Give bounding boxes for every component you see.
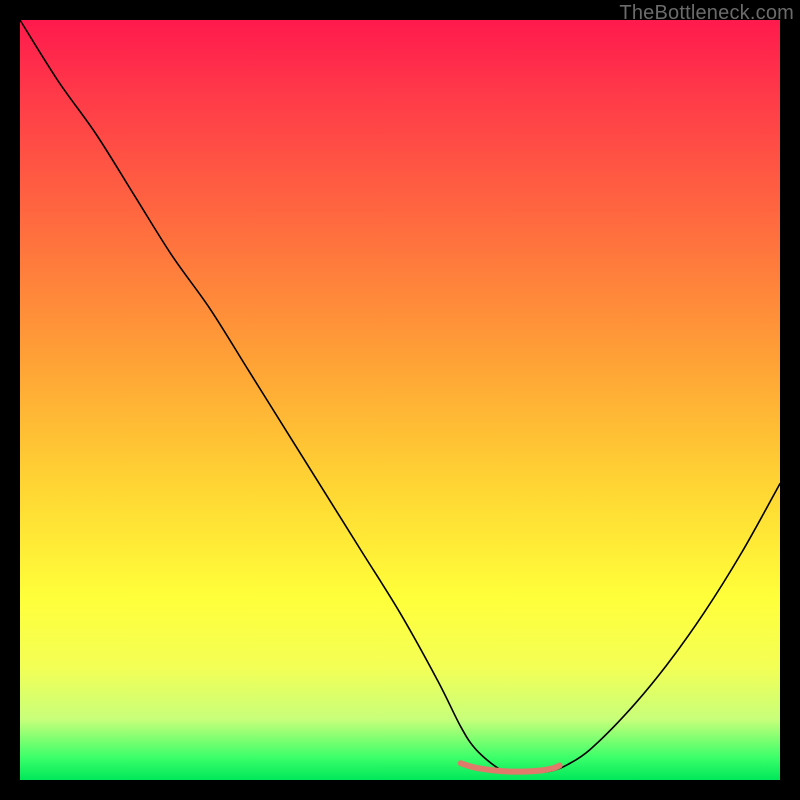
optimal-band-path <box>461 763 560 771</box>
curves-svg <box>20 20 780 780</box>
bottleneck-curve-path <box>20 20 780 773</box>
plot-area <box>20 20 780 780</box>
chart-frame: TheBottleneck.com <box>0 0 800 800</box>
